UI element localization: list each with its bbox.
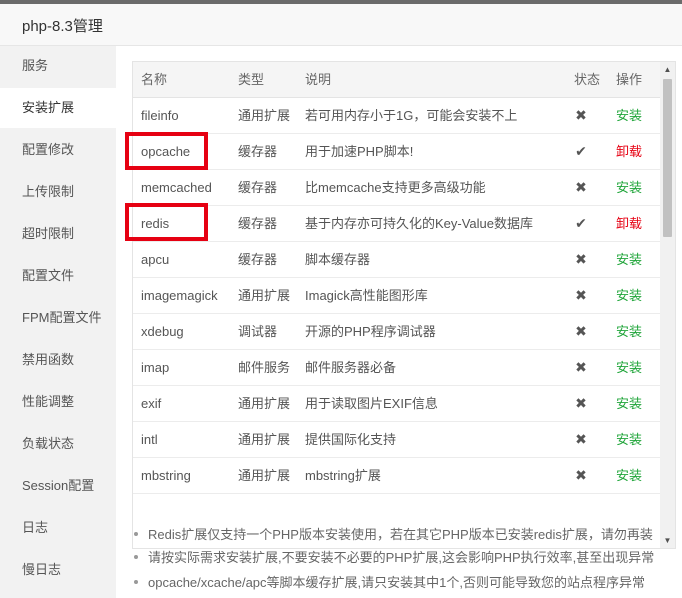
extension-type: 缓存器 bbox=[238, 180, 278, 195]
extension-description: Imagick高性能图形库 bbox=[305, 288, 428, 303]
header-type: 类型 bbox=[238, 72, 265, 87]
install-button[interactable]: 安装 bbox=[616, 350, 642, 385]
sidebar-item-config-edit[interactable]: 配置修改 bbox=[0, 130, 116, 170]
table-row: intl 通用扩展 提供国际化支持 ✖ 安装 bbox=[133, 422, 662, 458]
header-description: 说明 bbox=[305, 72, 332, 87]
table-row: apcu 缓存器 脚本缓存器 ✖ 安装 bbox=[133, 242, 662, 278]
table-row: exif 通用扩展 用于读取图片EXIF信息 ✖ 安装 bbox=[133, 386, 662, 422]
extension-name: exif bbox=[141, 396, 162, 411]
sidebar-item-config-file[interactable]: 配置文件 bbox=[0, 256, 116, 296]
install-button[interactable]: 安装 bbox=[616, 170, 642, 205]
sidebar-item-disabled-functions[interactable]: 禁用函数 bbox=[0, 340, 116, 380]
cross-icon: ✖ bbox=[575, 359, 587, 375]
bullet-icon bbox=[134, 580, 138, 584]
extension-type: 通用扩展 bbox=[238, 108, 291, 123]
extension-description: 开源的PHP程序调试器 bbox=[305, 324, 436, 339]
extension-type: 通用扩展 bbox=[238, 288, 291, 303]
uninstall-button[interactable]: 卸载 bbox=[616, 206, 642, 241]
table-scrollbar[interactable]: ▲ ▼ bbox=[660, 62, 675, 548]
extension-description: mbstring扩展 bbox=[305, 468, 381, 483]
cross-icon: ✖ bbox=[575, 179, 587, 195]
sidebar-item-slow-log[interactable]: 慢日志 bbox=[0, 550, 116, 590]
extension-name: opcache bbox=[141, 144, 191, 159]
extension-name: mbstring bbox=[141, 468, 191, 483]
install-button[interactable]: 安装 bbox=[616, 278, 642, 313]
note-item: opcache/xcache/apc等脚本缓存扩展,请只安装其中1个,否则可能导… bbox=[130, 572, 675, 591]
extension-description: 邮件服务器必备 bbox=[305, 360, 397, 375]
install-button[interactable]: 安装 bbox=[616, 458, 642, 493]
sidebar-item-install-extensions[interactable]: 安装扩展 bbox=[0, 88, 116, 128]
note-item: Redis扩展仅支持一个PHP版本安装使用，若在其它PHP版本已安装redis扩… bbox=[130, 524, 675, 543]
table-row: opcache 缓存器 用于加速PHP脚本! ✔ 卸载 bbox=[133, 134, 662, 170]
extension-name: imap bbox=[141, 360, 170, 375]
install-button[interactable]: 安装 bbox=[616, 386, 642, 421]
extension-type: 缓存器 bbox=[238, 252, 278, 267]
main-panel: 名称 类型 说明 状态 操作 fileinfo 通用扩展 若可用内存小于1G，可能会… bbox=[116, 46, 682, 598]
bullet-icon bbox=[134, 555, 138, 559]
extension-description: 若可用内存小于1G，可能会安装不上 bbox=[305, 108, 518, 123]
table-row: xdebug 调试器 开源的PHP程序调试器 ✖ 安装 bbox=[133, 314, 662, 350]
cross-icon: ✖ bbox=[575, 323, 587, 339]
table-row: mbstring 通用扩展 mbstring扩展 ✖ 安装 bbox=[133, 458, 662, 494]
extension-name: imagemagick bbox=[141, 288, 218, 303]
cross-icon: ✖ bbox=[575, 467, 587, 483]
uninstall-button[interactable]: 卸载 bbox=[616, 134, 642, 169]
extension-type: 缓存器 bbox=[238, 216, 278, 231]
table-header: 名称 类型 说明 状态 操作 bbox=[133, 62, 662, 98]
sidebar-item-timeout-limit[interactable]: 超时限制 bbox=[0, 214, 116, 254]
install-button[interactable]: 安装 bbox=[616, 422, 642, 457]
sidebar-item-log[interactable]: 日志 bbox=[0, 508, 116, 548]
extension-description: 用于读取图片EXIF信息 bbox=[305, 396, 438, 411]
table-row: imap 邮件服务 邮件服务器必备 ✖ 安装 bbox=[133, 350, 662, 386]
header-status: 状态 bbox=[574, 72, 601, 87]
check-icon: ✔ bbox=[575, 215, 587, 231]
cross-icon: ✖ bbox=[575, 287, 587, 303]
extension-type: 缓存器 bbox=[238, 144, 278, 159]
extension-description: 比memcache支持更多高级功能 bbox=[305, 180, 486, 195]
sidebar-item-performance-tuning[interactable]: 性能调整 bbox=[0, 382, 116, 422]
window-title: php-8.3管理 bbox=[22, 18, 103, 35]
extension-description: 基于内存亦可持久化的Key-Value数据库 bbox=[305, 216, 534, 231]
extension-description: 用于加速PHP脚本! bbox=[305, 144, 414, 159]
extension-type: 通用扩展 bbox=[238, 468, 291, 483]
install-button[interactable]: 安装 bbox=[616, 314, 642, 349]
bullet-icon bbox=[134, 532, 138, 536]
sidebar-item-fpm-config-file[interactable]: FPM配置文件 bbox=[0, 298, 116, 338]
table-row: fileinfo 通用扩展 若可用内存小于1G，可能会安装不上 ✖ 安装 bbox=[133, 98, 662, 134]
extension-name: memcached bbox=[141, 180, 212, 195]
extension-type: 邮件服务 bbox=[238, 360, 291, 375]
extension-type: 通用扩展 bbox=[238, 396, 291, 411]
check-icon: ✔ bbox=[575, 143, 587, 159]
extension-description: 脚本缓存器 bbox=[305, 252, 371, 267]
extension-type: 调试器 bbox=[238, 324, 278, 339]
extension-description: 提供国际化支持 bbox=[305, 432, 397, 447]
table-row: memcached 缓存器 比memcache支持更多高级功能 ✖ 安装 bbox=[133, 170, 662, 206]
header-name: 名称 bbox=[141, 72, 168, 87]
table-row: imagemagick 通用扩展 Imagick高性能图形库 ✖ 安装 bbox=[133, 278, 662, 314]
extension-type: 通用扩展 bbox=[238, 432, 291, 447]
cross-icon: ✖ bbox=[575, 107, 587, 123]
extension-name: xdebug bbox=[141, 324, 184, 339]
header-action: 操作 bbox=[616, 72, 643, 87]
sidebar-item-upload-limit[interactable]: 上传限制 bbox=[0, 172, 116, 212]
extension-name: fileinfo bbox=[141, 108, 179, 123]
scroll-up-arrow-icon[interactable]: ▲ bbox=[660, 62, 675, 77]
cross-icon: ✖ bbox=[575, 395, 587, 411]
sidebar-item-load-status[interactable]: 负载状态 bbox=[0, 424, 116, 464]
note-item: 请按实际需求安装扩展,不要安装不必要的PHP扩展,这会影响PHP执行效率,甚至出… bbox=[130, 547, 675, 566]
extension-name: apcu bbox=[141, 252, 170, 267]
sidebar: 服务 安装扩展 配置修改 上传限制 超时限制 配置文件 FPM配置文件 禁用函数… bbox=[0, 46, 116, 598]
install-button[interactable]: 安装 bbox=[616, 98, 642, 133]
extension-name: intl bbox=[141, 432, 158, 447]
sidebar-item-session-config[interactable]: Session配置 bbox=[0, 466, 116, 506]
extension-name: redis bbox=[141, 216, 170, 231]
window-titlebar: php-8.3管理 bbox=[0, 4, 682, 46]
cross-icon: ✖ bbox=[575, 431, 587, 447]
table-row: redis 缓存器 基于内存亦可持久化的Key-Value数据库 ✔ 卸载 bbox=[133, 206, 662, 242]
extensions-table[interactable]: 名称 类型 说明 状态 操作 fileinfo 通用扩展 若可用内存小于1G，可能会… bbox=[132, 61, 676, 549]
cross-icon: ✖ bbox=[575, 251, 587, 267]
sidebar-item-service[interactable]: 服务 bbox=[0, 46, 116, 86]
install-button[interactable]: 安装 bbox=[616, 242, 642, 277]
scroll-thumb[interactable] bbox=[663, 79, 672, 237]
